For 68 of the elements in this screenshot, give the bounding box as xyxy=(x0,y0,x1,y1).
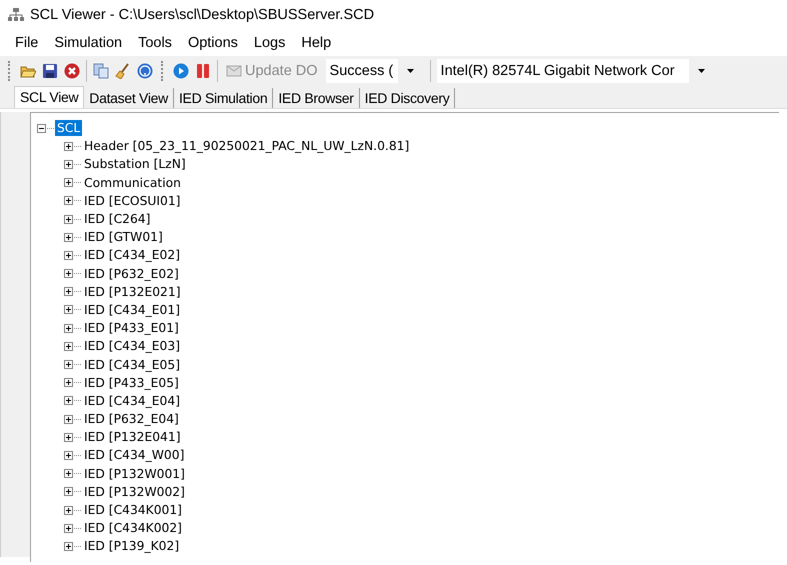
expand-icon[interactable] xyxy=(64,214,73,224)
expand-icon[interactable] xyxy=(64,542,73,551)
dropdown-arrow-icon[interactable] xyxy=(407,69,414,73)
menu-item[interactable]: File xyxy=(7,35,46,51)
expand-icon[interactable] xyxy=(64,524,73,533)
window-title: SCL Viewer - C:\Users\scl\Desktop\SBUSServer.SCD xyxy=(30,7,374,23)
expand-icon[interactable] xyxy=(64,196,73,206)
tree-item[interactable]: IED [P132W001] xyxy=(82,466,187,482)
expand-icon[interactable] xyxy=(64,414,73,424)
tree-item[interactable]: IED [C434_E02] xyxy=(82,247,182,264)
expand-icon[interactable] xyxy=(64,178,73,188)
pause-icon[interactable] xyxy=(195,63,211,79)
tree-item[interactable]: IED [C434K001] xyxy=(82,502,184,518)
help-icon[interactable] xyxy=(137,63,153,79)
expand-icon[interactable] xyxy=(64,396,73,406)
tree-item[interactable]: IED [ECOSUI01] xyxy=(82,192,182,209)
tree-item[interactable]: IED [P132W002] xyxy=(82,484,187,500)
expand-icon[interactable] xyxy=(64,360,73,370)
expand-icon[interactable] xyxy=(64,342,73,351)
tree-item[interactable]: IED [P433_E05] xyxy=(82,374,181,391)
expand-icon[interactable] xyxy=(64,287,73,296)
expand-icon[interactable] xyxy=(64,324,73,333)
expand-icon[interactable] xyxy=(64,469,73,478)
menu-item[interactable]: Logs xyxy=(246,35,294,51)
expand-icon[interactable] xyxy=(64,160,73,169)
expand-icon[interactable] xyxy=(64,487,73,496)
menu-item[interactable]: Options xyxy=(180,35,246,51)
expand-icon[interactable] xyxy=(64,432,73,442)
menu-item[interactable]: Simulation xyxy=(46,35,130,51)
dropdown-arrow-icon[interactable] xyxy=(698,69,706,73)
expand-icon[interactable] xyxy=(64,250,73,260)
adapter-dropdown[interactable]: Intel(R) 82574L Gigabit Network Cor xyxy=(436,59,715,83)
tree-item[interactable]: IED [P132E021] xyxy=(82,284,182,300)
tree-item[interactable]: IED [C434_E04] xyxy=(82,392,182,409)
tree-item[interactable]: IED [P132E041] xyxy=(82,429,182,446)
expand-icon[interactable] xyxy=(64,269,73,278)
tree-item[interactable]: SCL xyxy=(55,120,82,136)
status-dropdown[interactable]: Success ( xyxy=(326,59,424,83)
menu-item[interactable]: Help xyxy=(293,35,340,51)
expand-icon[interactable] xyxy=(64,506,73,515)
tree-item[interactable]: IED [P139_K02] xyxy=(82,538,182,554)
tree-item[interactable]: IED [C264] xyxy=(82,211,152,228)
tree-item[interactable]: IED [C434_E05] xyxy=(82,356,182,373)
expand-icon[interactable] xyxy=(64,142,73,151)
collapse-icon[interactable] xyxy=(37,124,46,133)
play-icon[interactable] xyxy=(173,63,189,79)
envelope-icon xyxy=(226,63,242,79)
close-icon[interactable] xyxy=(64,63,80,79)
tree-item[interactable]: IED [P433_E01] xyxy=(82,320,181,336)
expand-icon[interactable] xyxy=(64,305,73,314)
expand-icon[interactable] xyxy=(64,450,73,460)
menu-item[interactable]: Tools xyxy=(130,35,180,51)
tree-item[interactable]: Header [05_23_11_90250021_PAC_NL_UW_LzN.0.81] xyxy=(82,138,412,154)
tree-item[interactable]: IED [C434_E01] xyxy=(82,302,182,318)
tree-item[interactable]: IED [P632_E04] xyxy=(82,411,181,428)
tree-item[interactable]: IED [C434_E03] xyxy=(82,338,182,354)
expand-icon[interactable] xyxy=(64,378,73,388)
tree-item[interactable]: Communication xyxy=(82,174,183,191)
tree-item[interactable]: Substation [LzN] xyxy=(82,156,188,172)
expand-icon[interactable] xyxy=(64,232,73,242)
network-icon xyxy=(8,8,24,22)
tab[interactable]: SCL View xyxy=(14,86,84,108)
copy-icon[interactable] xyxy=(93,63,109,79)
tree-item[interactable]: IED [GTW01] xyxy=(82,229,165,246)
tree-item[interactable]: IED [P632_E02] xyxy=(82,266,181,282)
tree-item[interactable]: IED [C434K002] xyxy=(82,520,184,536)
tree-item[interactable]: IED [C434_W00] xyxy=(82,447,186,464)
broom-icon[interactable] xyxy=(115,63,131,79)
